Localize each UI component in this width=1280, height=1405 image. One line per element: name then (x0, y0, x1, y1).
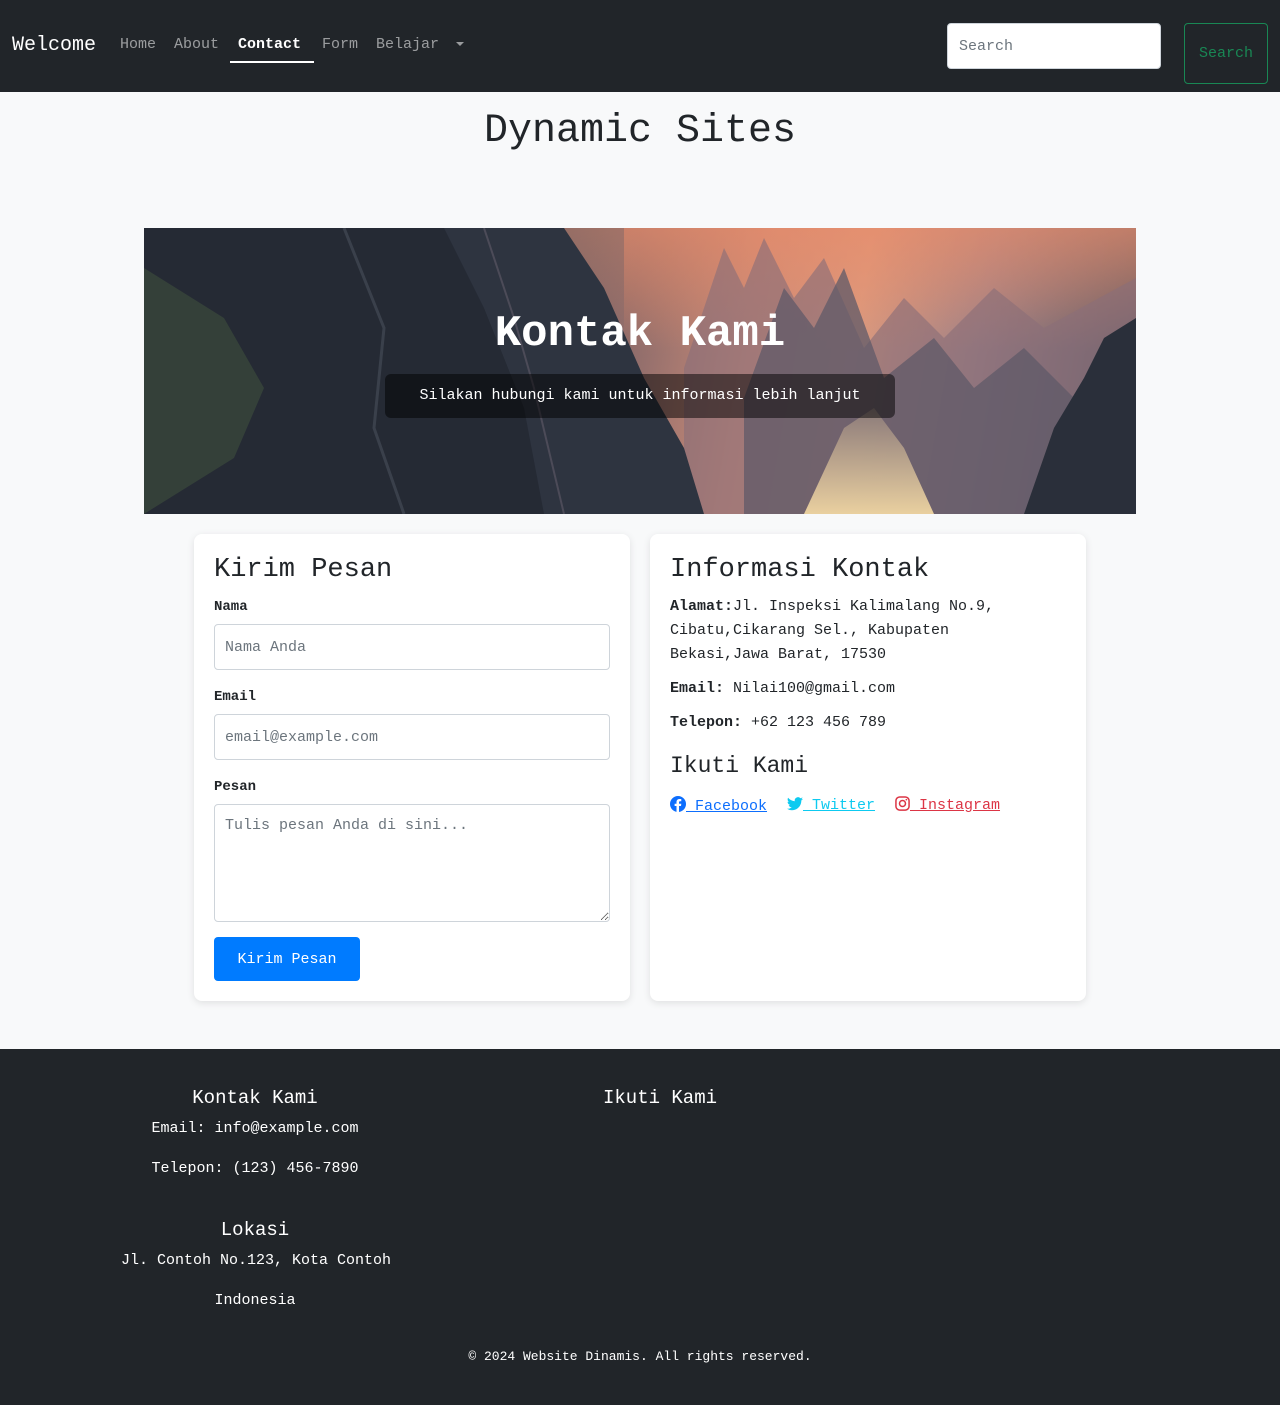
instagram-icon (895, 796, 910, 811)
search-input[interactable] (947, 23, 1161, 69)
footer-follow-heading: Ikuti Kami (602, 1087, 718, 1109)
email-text: Email: Nilai100@gmail.com (670, 677, 1050, 701)
footer: Kontak Kami Email: info@example.com Tele… (0, 1049, 1280, 1405)
page-title: Dynamic Sites (483, 109, 797, 154)
nav-item-contact[interactable]: Contact (238, 35, 301, 55)
message-textarea[interactable] (214, 804, 610, 922)
email-input[interactable] (214, 714, 610, 760)
facebook-icon (670, 796, 686, 812)
email-label: Email (214, 689, 257, 705)
follow-heading: Ikuti Kami (670, 753, 809, 779)
footer-email: Email: info@example.com (151, 1120, 359, 1137)
hero-banner (144, 228, 1136, 514)
facebook-label: Facebook (686, 798, 768, 815)
footer-address: Jl. Contoh No.123, Kota Contoh (120, 1252, 392, 1269)
copyright-text: © 2024 Website Dinamis. All rights reser… (468, 1349, 812, 1364)
form-heading: Kirim Pesan (214, 555, 393, 585)
dropdown-caret-icon[interactable] (456, 42, 464, 46)
instagram-link[interactable]: Instagram (895, 796, 1000, 816)
nav-item-form[interactable]: Form (322, 35, 358, 55)
search-button[interactable]: Search (1184, 23, 1268, 84)
hero-title: Kontak Kami (494, 309, 786, 359)
nav-item-about[interactable]: About (174, 35, 219, 55)
navbar: Welcome Home About Contact Form Belajar … (0, 0, 1280, 92)
twitter-icon (787, 797, 803, 811)
phone-text: Telepon: +62 123 456 789 (670, 711, 1050, 735)
info-heading: Informasi Kontak (670, 555, 930, 585)
name-input[interactable] (214, 624, 610, 670)
phone-info-label: Telepon: (670, 714, 743, 731)
footer-country: Indonesia (214, 1292, 296, 1309)
name-label: Nama (214, 599, 248, 615)
contact-info-card: Informasi Kontak Alamat:Jl. Inspeksi Kal… (650, 534, 1086, 1001)
active-nav-indicator (230, 61, 314, 63)
footer-contact-heading: Kontak Kami (192, 1087, 318, 1109)
instagram-label: Instagram (910, 797, 1001, 814)
email-info-label: Email: (670, 680, 725, 697)
contact-form-card: Kirim Pesan Nama Email Pesan Kirim Pesan (194, 534, 630, 1001)
nav-item-belajar-dropdown[interactable]: Belajar (376, 35, 439, 55)
footer-phone: Telepon: (123) 456-7890 (151, 1160, 359, 1177)
submit-message-button[interactable]: Kirim Pesan (214, 937, 360, 981)
twitter-label: Twitter (803, 797, 876, 814)
email-info-value: Nilai100@gmail.com (724, 680, 896, 697)
address-text: Alamat:Jl. Inspeksi Kalimalang No.9, Cib… (670, 595, 1050, 667)
footer-location-heading: Lokasi (220, 1219, 290, 1241)
navbar-brand[interactable]: Welcome (12, 33, 96, 59)
facebook-link[interactable]: Facebook (670, 796, 767, 817)
nav-item-home[interactable]: Home (120, 35, 156, 55)
address-label: Alamat: (670, 598, 734, 615)
twitter-link[interactable]: Twitter (787, 796, 875, 816)
phone-info-value: +62 123 456 789 (742, 714, 887, 731)
mountain-landscape-image (144, 228, 1136, 514)
hero-subtitle: Silakan hubungi kami untuk informasi leb… (385, 374, 895, 418)
message-label: Pesan (214, 779, 257, 795)
